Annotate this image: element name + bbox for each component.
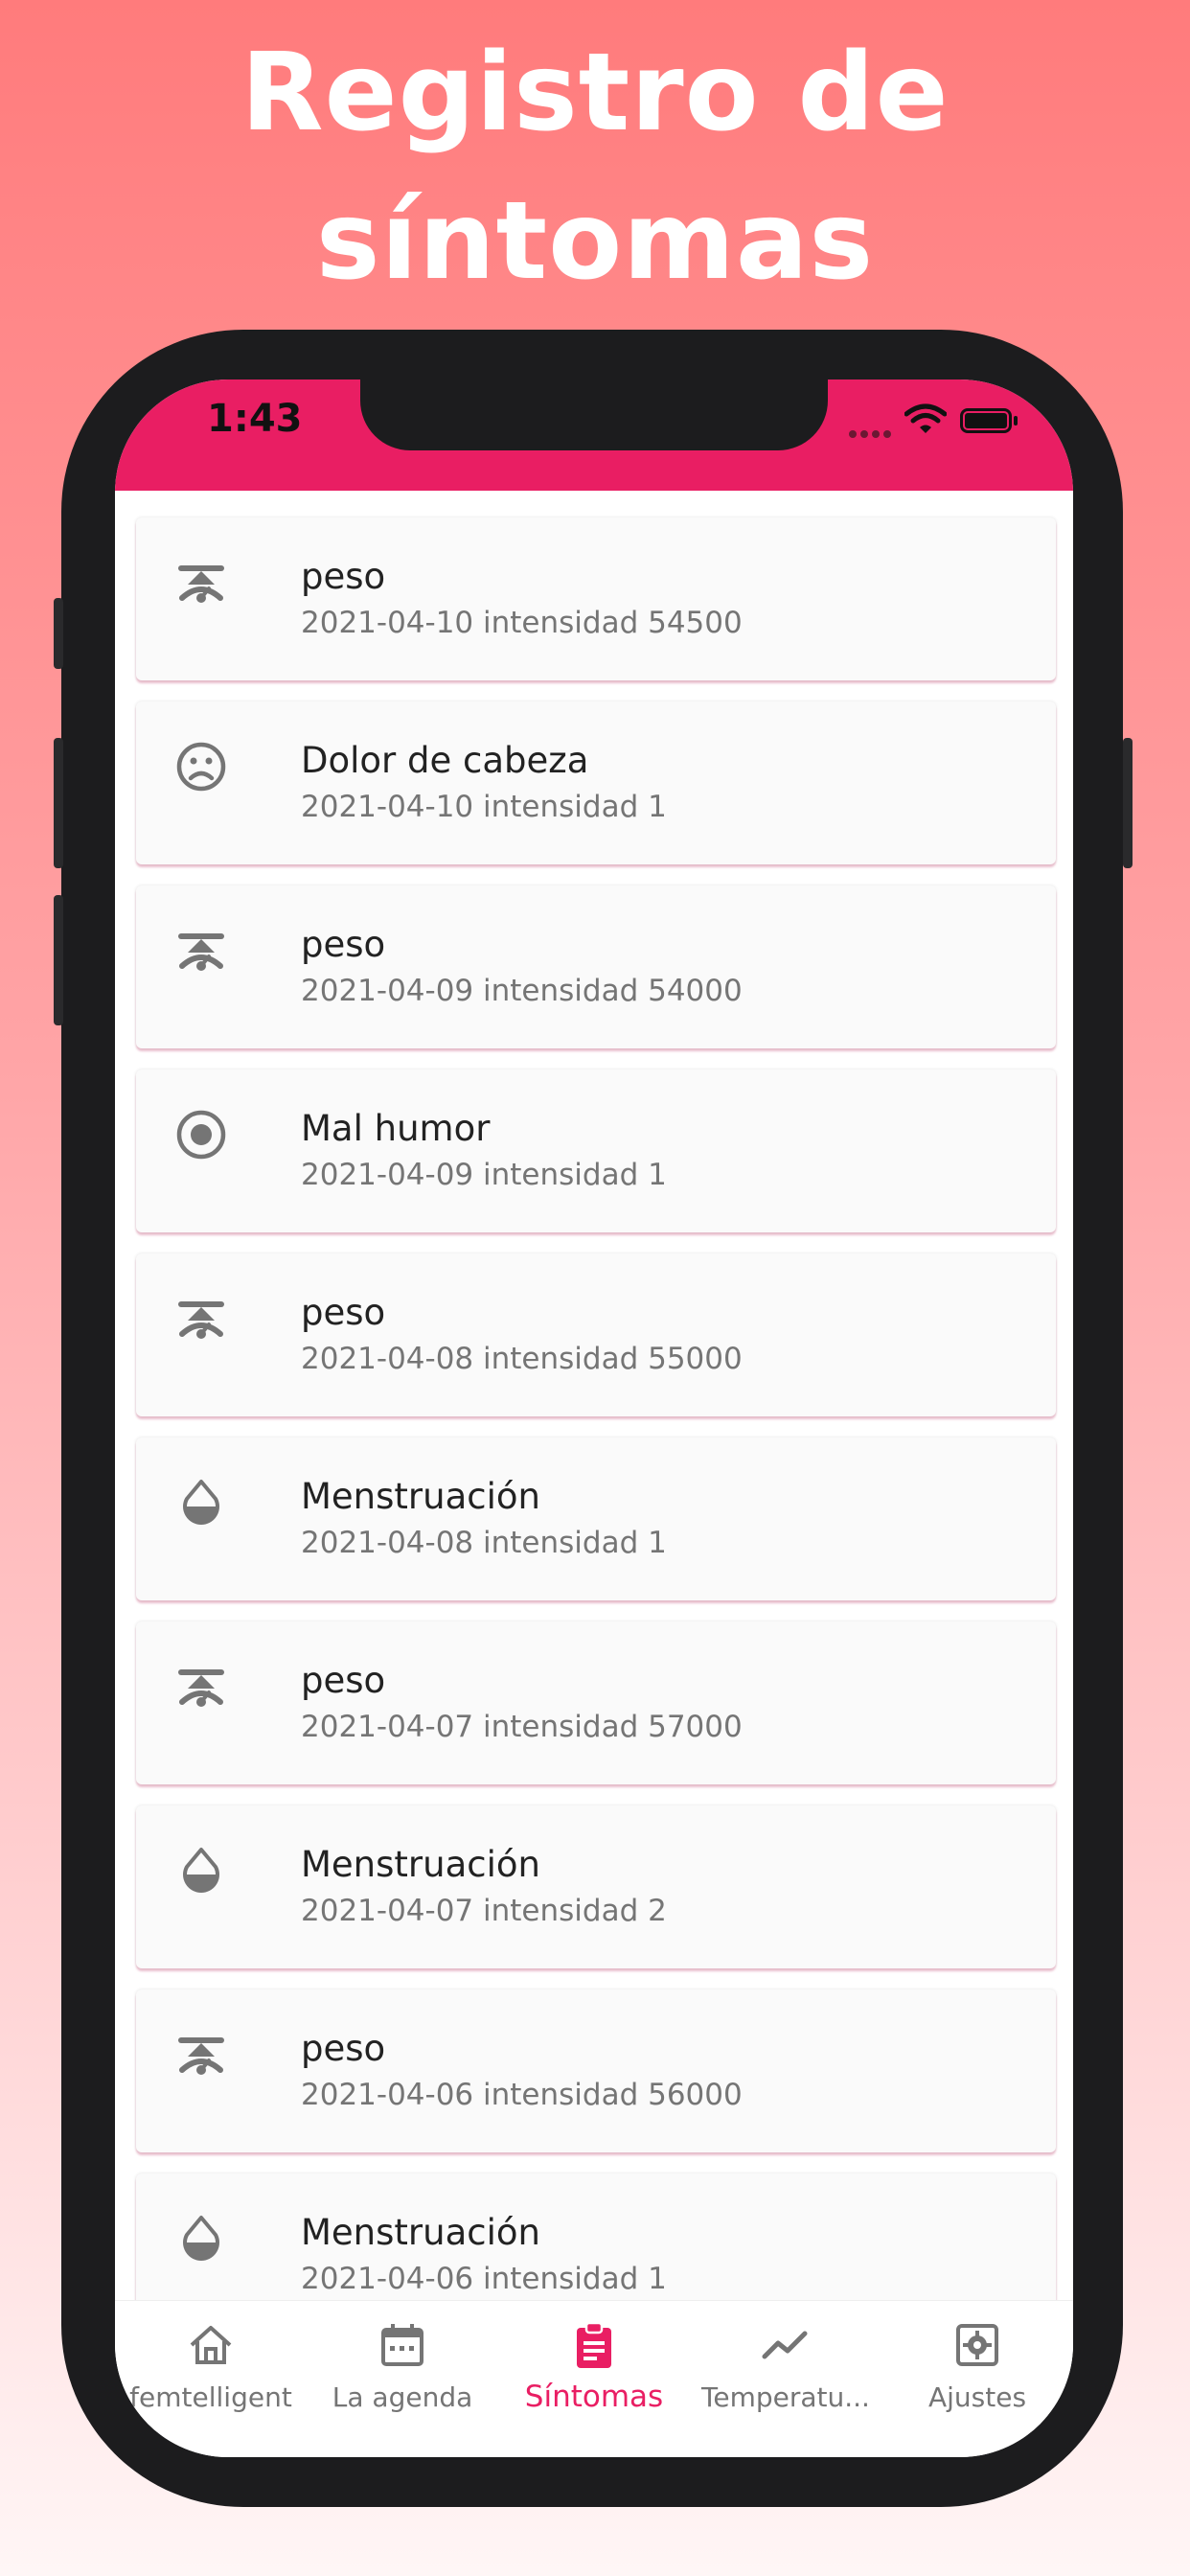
symptom-detail: 2021-04-10 intensidad 54500 [301, 606, 743, 640]
clipboard-icon [569, 2320, 619, 2370]
power-button [1123, 738, 1133, 868]
symptom-name: Menstruación [301, 1844, 540, 1885]
promo-headline: Registro de síntomas [0, 19, 1190, 316]
symptom-detail: 2021-04-10 intensidad 1 [301, 790, 667, 824]
symptom-detail: 2021-04-07 intensidad 57000 [301, 1710, 743, 1744]
symptom-card[interactable]: peso 2021-04-10 intensidad 54500 [136, 518, 1056, 680]
calendar-icon [378, 2320, 427, 2370]
scale-icon [174, 1660, 228, 1714]
symptom-card[interactable]: Menstruación 2021-04-06 intensidad 1 [136, 2174, 1056, 2300]
nav-item-3[interactable]: Temperatu... [690, 2301, 881, 2457]
nav-label: Temperatu... [701, 2381, 870, 2413]
nav-item-1[interactable]: La agenda [307, 2301, 498, 2457]
headline-line-2: síntomas [315, 179, 875, 304]
nav-item-0[interactable]: femtelligent [115, 2301, 307, 2457]
symptom-name: peso [301, 2028, 386, 2069]
scale-icon [174, 1292, 228, 1346]
headline-line-1: Registro de [240, 31, 950, 155]
notch [360, 380, 828, 450]
symptom-name: peso [301, 556, 386, 597]
symptom-detail: 2021-04-06 intensidad 1 [301, 2262, 667, 2296]
sad-face-icon [174, 740, 228, 794]
symptom-detail: 2021-04-09 intensidad 54000 [301, 974, 743, 1008]
symptom-card[interactable]: peso 2021-04-08 intensidad 55000 [136, 1254, 1056, 1416]
symptom-card[interactable]: peso 2021-04-06 intensidad 56000 [136, 1990, 1056, 2152]
symptom-detail: 2021-04-07 intensidad 2 [301, 1894, 667, 1928]
scale-icon [174, 556, 228, 610]
symptom-detail: 2021-04-08 intensidad 55000 [301, 1342, 743, 1376]
settings-icon [952, 2320, 1002, 2370]
nav-label: La agenda [332, 2381, 473, 2413]
home-icon [186, 2320, 236, 2370]
symptom-card[interactable]: Menstruación 2021-04-08 intensidad 1 [136, 1438, 1056, 1600]
cellular-signal-icon [849, 424, 895, 442]
volume-up-button [54, 738, 63, 868]
symptom-name: Menstruación [301, 2212, 540, 2253]
nav-item-2[interactable]: Síntomas [498, 2301, 690, 2457]
nav-label: femtelligent [129, 2381, 292, 2413]
wifi-icon [904, 403, 947, 433]
symptom-detail: 2021-04-09 intensidad 1 [301, 1158, 667, 1192]
app-screen: 1:43 peso 2021-04-10 intensidad 54500 Dolo… [115, 380, 1073, 2457]
scale-icon [174, 924, 228, 978]
drop-icon [174, 2212, 228, 2266]
drop-icon [174, 1476, 228, 1530]
mute-switch [54, 598, 63, 669]
nav-item-4[interactable]: Ajustes [881, 2301, 1073, 2457]
nav-label: Síntomas [524, 2380, 664, 2414]
nav-label: Ajustes [927, 2381, 1027, 2413]
radio-target-icon [174, 1108, 228, 1162]
symptom-name: peso [301, 1292, 386, 1333]
symptom-name: Dolor de cabeza [301, 740, 589, 781]
symptom-detail: 2021-04-06 intensidad 56000 [301, 2078, 743, 2112]
symptom-name: peso [301, 1660, 386, 1701]
symptom-card[interactable]: Mal humor 2021-04-09 intensidad 1 [136, 1070, 1056, 1232]
symptom-card[interactable]: peso 2021-04-09 intensidad 54000 [136, 886, 1056, 1048]
volume-down-button [54, 895, 63, 1025]
symptom-card[interactable]: Dolor de cabeza 2021-04-10 intensidad 1 [136, 702, 1056, 864]
drop-icon [174, 1844, 228, 1898]
symptom-card[interactable]: peso 2021-04-07 intensidad 57000 [136, 1622, 1056, 1784]
symptom-name: Mal humor [301, 1108, 491, 1149]
status-time: 1:43 [207, 397, 303, 441]
symptom-name: Menstruación [301, 1476, 540, 1517]
symptom-card[interactable]: Menstruación 2021-04-07 intensidad 2 [136, 1806, 1056, 1968]
symptom-name: peso [301, 924, 386, 965]
trend-line-icon [761, 2320, 811, 2370]
bottom-navigation: femtelligent La agenda Síntomas Temperatu..… [115, 2300, 1073, 2457]
symptom-detail: 2021-04-08 intensidad 1 [301, 1526, 667, 1560]
battery-icon [960, 408, 1012, 433]
battery-cap [1014, 416, 1018, 426]
scale-icon [174, 2028, 228, 2082]
symptom-list[interactable]: peso 2021-04-10 intensidad 54500 Dolor de … [115, 491, 1073, 2300]
